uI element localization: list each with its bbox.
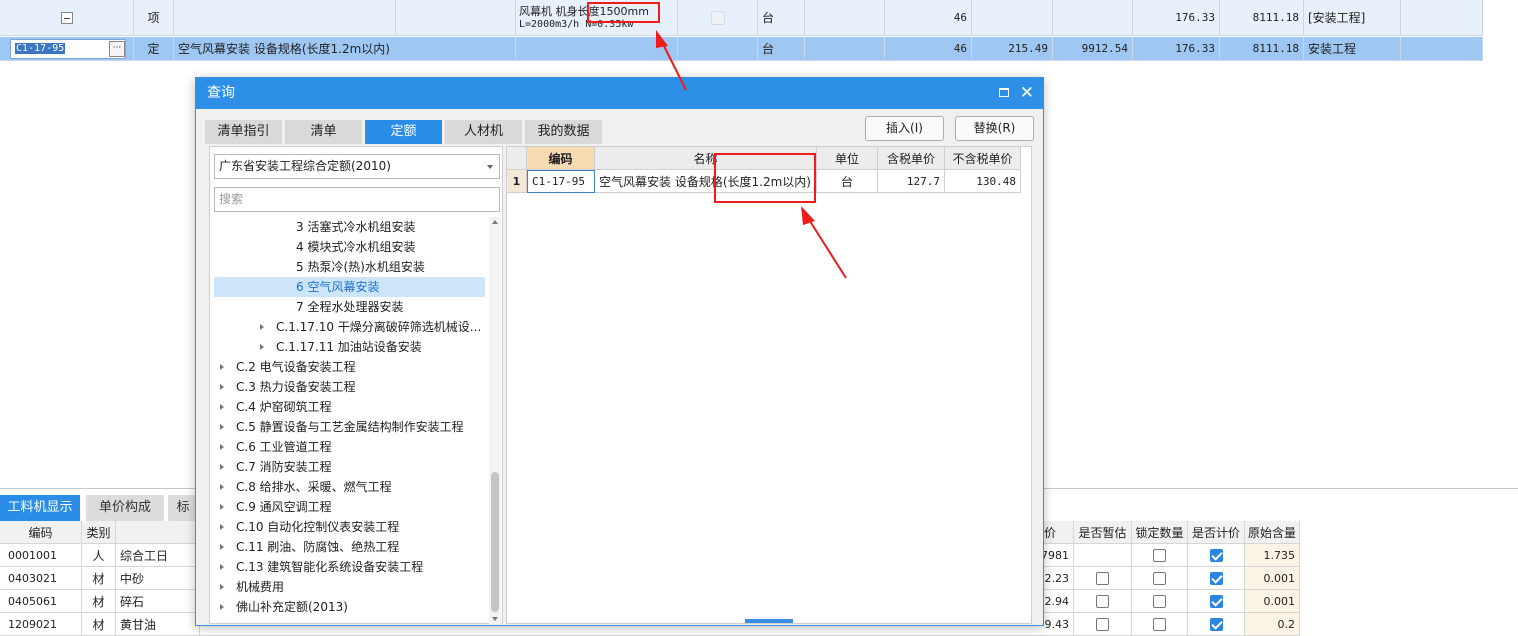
annotation-arrows [656,30,847,279]
arrow-icon [656,30,687,91]
arrow-icon [801,206,847,279]
